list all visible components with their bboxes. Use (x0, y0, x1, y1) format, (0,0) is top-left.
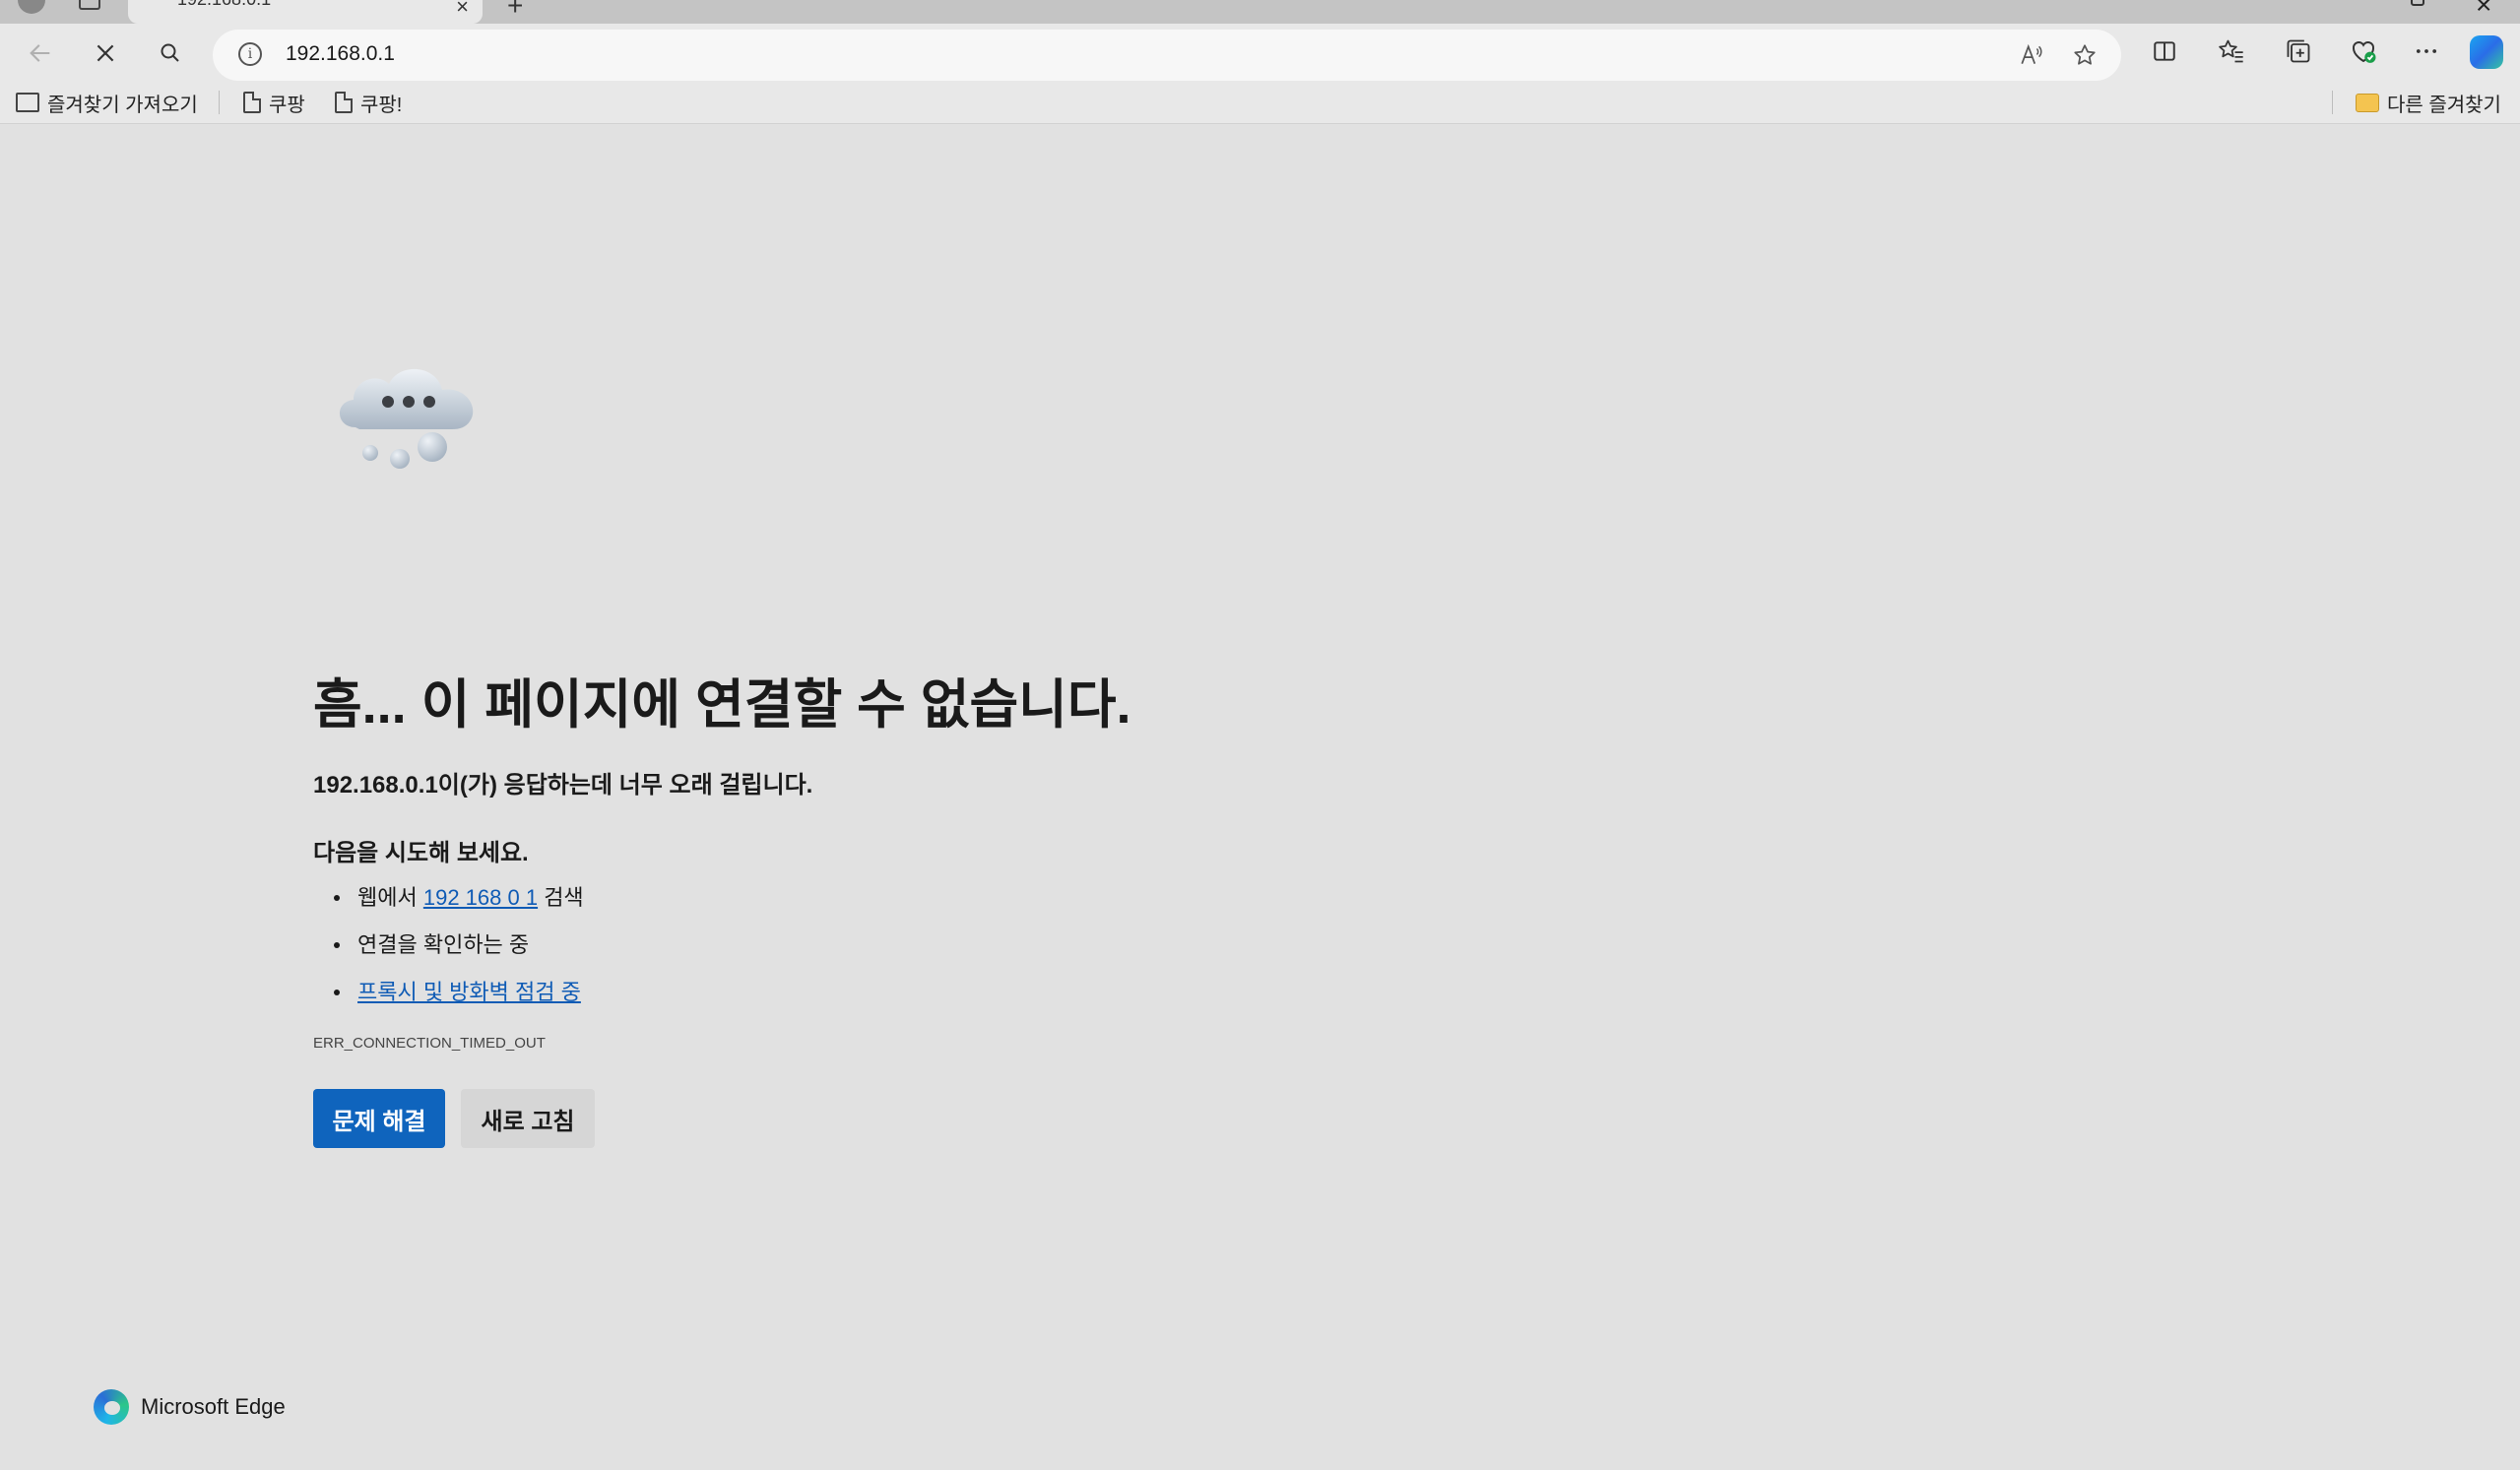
import-icon (16, 93, 39, 112)
page-icon (243, 92, 261, 113)
error-page: 흠... 이 페이지에 연결할 수 없습니다. 192.168.0.1이(가) … (6, 129, 2520, 1470)
favorites-other-folder[interactable]: 다른 즐겨찾기 (2356, 89, 2501, 116)
error-description-text: 이(가) 응답하는데 너무 오래 걸립니다. (437, 772, 813, 799)
tab-title: 192.168.0.1 (177, 0, 271, 10)
stop-loading-icon[interactable] (84, 32, 127, 75)
suggestion-proxy-firewall: 프록시 및 방화벽 점검 중 (313, 977, 584, 1024)
refresh-button[interactable]: 새로 고침 (461, 1089, 595, 1148)
suggestion-check-connection: 연결을 확인하는 중 (313, 929, 584, 977)
back-icon[interactable] (19, 32, 62, 75)
error-description: 192.168.0.1이(가) 응답하는데 너무 오래 걸립니다. (313, 765, 812, 799)
favorites-item-label: 즐겨찾기 가져오기 (47, 94, 198, 116)
error-headline: 흠... 이 페이지에 연결할 수 없습니다. (313, 675, 1131, 735)
favorites-item-label: 쿠팡 (269, 94, 305, 116)
edge-logo-icon (94, 1389, 129, 1425)
add-favorite-star-icon[interactable] (2071, 41, 2099, 69)
proxy-firewall-link[interactable]: 프록시 및 방화벽 점검 중 (357, 980, 581, 1004)
restore-window-icon[interactable] (2411, 0, 2424, 6)
favorites-divider (2332, 91, 2333, 114)
suggestion-list: 웹에서 192 168 0 1 검색 연결을 확인하는 중 프록시 및 방화벽 … (313, 882, 584, 1024)
suggestion-prefix: 웹에서 (357, 885, 423, 910)
search-icon[interactable] (149, 32, 192, 75)
favorites-divider (219, 91, 220, 114)
split-screen-icon[interactable] (2148, 34, 2181, 68)
tab-strip: 192.168.0.1 × + × (0, 0, 2520, 24)
troubleshoot-button[interactable]: 문제 해결 (313, 1089, 445, 1148)
edge-brand-name: Microsoft Edge (141, 1394, 286, 1419)
copilot-icon[interactable] (2470, 35, 2503, 69)
folder-icon (2356, 93, 2379, 112)
tab-actions-icon[interactable] (79, 0, 100, 10)
browser-essentials-icon[interactable] (2347, 34, 2380, 68)
address-bar[interactable]: i 192.168.0.1 (213, 30, 2121, 81)
tab-active[interactable]: 192.168.0.1 × (128, 0, 483, 24)
favorites-bar: 즐겨찾기 가져오기 쿠팡 쿠팡! 다른 즐겨찾기 (0, 81, 2520, 124)
address-url[interactable]: 192.168.0.1 (286, 42, 395, 66)
favorites-item-coupang[interactable]: 쿠팡 (243, 89, 305, 116)
cloud-illustration (339, 368, 474, 469)
tab-close-icon[interactable]: × (456, 0, 469, 20)
favorites-icon[interactable] (2215, 34, 2248, 68)
new-tab-icon[interactable]: + (507, 0, 523, 22)
error-host: 192.168.0.1 (313, 772, 438, 799)
favorites-item-import[interactable]: 즐겨찾기 가져오기 (16, 89, 198, 116)
page-icon (335, 92, 353, 113)
read-aloud-icon[interactable] (2018, 41, 2045, 69)
try-heading: 다음을 시도해 보세요. (313, 840, 529, 866)
collections-icon[interactable] (2282, 34, 2315, 68)
profile-icon[interactable] (18, 0, 45, 14)
suggestion-suffix: 검색 (538, 885, 584, 910)
favorites-other-label: 다른 즐겨찾기 (2387, 94, 2501, 116)
site-info-icon[interactable]: i (238, 42, 262, 66)
close-window-icon[interactable]: × (2476, 0, 2491, 21)
suggestion-text: 연결을 확인하는 중 (357, 932, 530, 957)
more-options-icon[interactable] (2410, 34, 2443, 68)
web-search-link[interactable]: 192 168 0 1 (423, 885, 538, 910)
favorites-item-coupang-2[interactable]: 쿠팡! (335, 89, 402, 116)
suggestion-web-search: 웹에서 192 168 0 1 검색 (313, 882, 584, 929)
favorites-item-label: 쿠팡! (360, 94, 403, 116)
edge-branding: Microsoft Edge (94, 1389, 286, 1425)
error-code: ERR_CONNECTION_TIMED_OUT (313, 1035, 546, 1052)
